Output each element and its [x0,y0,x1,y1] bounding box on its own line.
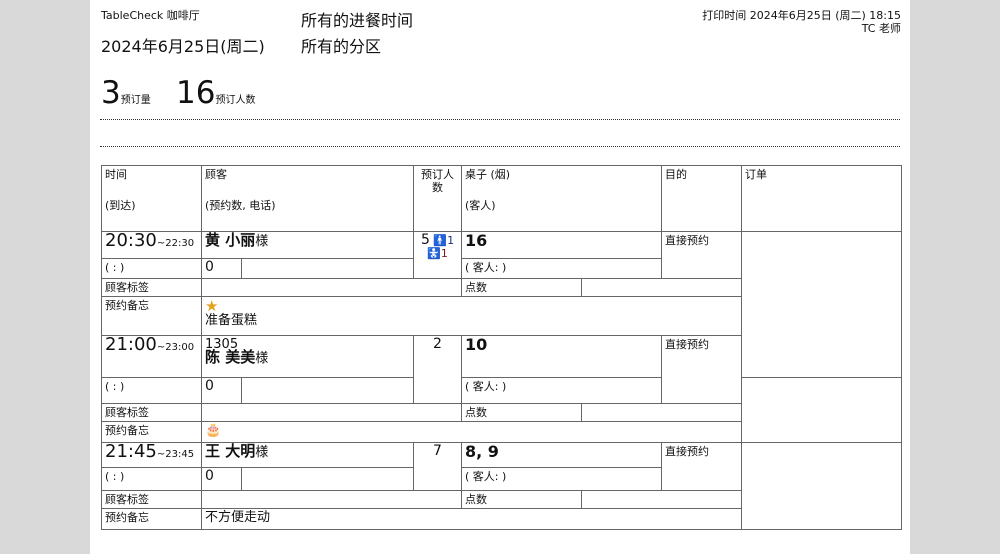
party-size: 5 🚹1 🚼1 [413,231,463,279]
reservation-time: 21:00~23:00 [101,335,202,378]
col-customer: 顾客 (预约数, 电话) [200,165,415,232]
filter-meal-time: 所有的进餐时间 [301,11,414,30]
printed-by: TC 老师 [861,22,901,35]
customer-name: 1305 陈 美美様 [200,335,415,378]
points [581,278,743,297]
table-row: 顾客标签 点数 [101,403,902,422]
arrival-time: ( : ) [101,467,202,491]
reservation-memo: ★ 准备蛋糕 [200,296,743,336]
guest-count-label: 预订人数 [215,95,256,106]
dotted-divider [100,119,900,120]
star-icon: ★ [205,297,219,315]
customer-name: 王 大明様 [200,442,415,468]
arrival-time: ( : ) [101,377,202,404]
adult-icon: 🚹 [433,234,448,247]
report-date: 2024年6月25日(周二) [101,37,265,56]
reservation-memo: 不方便走动 [200,508,743,530]
guest-cell: ( 客人: ) [461,258,663,279]
order-cell [741,442,903,530]
dotted-divider [100,146,900,147]
reservation-count-cell: 0 [201,258,242,279]
customer-tags-label: 顾客标签 [101,490,202,509]
points [581,490,743,509]
reservation-count-cell: 0 [201,377,242,404]
memo-label: 预约备忘 [101,421,202,443]
guest-cell: ( 客人: ) [461,467,663,491]
party-size: 7 [413,442,463,491]
col-table: 桌子 (烟) (客人) [461,165,663,232]
customer-tags [200,403,463,422]
memo-label: 预约备忘 [101,296,202,336]
cake-icon: 🎂 [205,423,222,438]
reservation-count-cell: 0 [201,467,242,491]
guest-cell: ( 客人: ) [461,377,663,404]
order-cell [741,231,903,378]
table-number: 8, 9 [461,442,663,468]
reservation-count: 3预订量 [101,78,151,109]
col-party-size: 预订人数 [413,165,463,232]
customer-tags [200,278,463,297]
reservation-memo: 🎂 [200,421,743,443]
print-page: TableCheck 咖啡厅 2024年6月25日(周二) 所有的进餐时间 所有… [90,0,910,554]
table-row[interactable]: 20:30~22:30 黄 小丽様 5 🚹1 🚼1 16 直接预约 [101,231,903,378]
guest-count: 16预订人数 [176,78,255,109]
table-row: ( : ) 0 ( 客人: ) [101,377,902,404]
table-row[interactable]: 21:45~23:45 王 大明様 7 8, 9 直接预约 [101,442,903,530]
memo-label: 预约备忘 [101,508,202,530]
customer-name: 黄 小丽様 [200,231,415,259]
table-row: 预约备忘 🎂 [101,421,902,443]
col-purpose: 目的 [661,165,743,232]
customer-tags-label: 顾客标签 [101,278,202,297]
table-header: 时间 (到达) 顾客 (预约数, 电话) 预订人数 桌子 (烟) (客人) 目的… [101,165,903,232]
col-time: 时间 (到达) [101,165,202,232]
points [581,403,743,422]
party-size: 2 [413,335,463,404]
reservation-table: 时间 (到达) 顾客 (预约数, 电话) 预订人数 桌子 (烟) (客人) 目的… [101,165,903,530]
points-label: 点数 [461,278,583,297]
reservation-time: 21:45~23:45 [101,442,202,468]
reservation-purpose: 直接预约 [661,231,743,279]
points-label: 点数 [461,490,583,509]
guest-count-value: 16 [176,75,216,111]
col-order: 订单 [741,165,903,232]
reservation-count-label: 预订量 [120,95,151,106]
reservation-count-value: 3 [101,75,121,111]
phone-cell [240,258,415,279]
phone-cell [240,467,415,491]
store-name: TableCheck 咖啡厅 [101,9,200,22]
phone-cell [240,377,415,404]
customer-tags [200,490,463,509]
reservation-time: 20:30~22:30 [101,231,202,259]
table-number: 10 [461,335,663,378]
customer-tags-label: 顾客标签 [101,403,202,422]
reservation-purpose: 直接预约 [661,335,743,404]
reservation-purpose: 直接预约 [661,442,743,491]
arrival-time: ( : ) [101,258,202,279]
filter-zone: 所有的分区 [301,37,382,56]
table-number: 16 [461,231,663,259]
points-label: 点数 [461,403,583,422]
child-icon: 🚼 [427,247,441,260]
